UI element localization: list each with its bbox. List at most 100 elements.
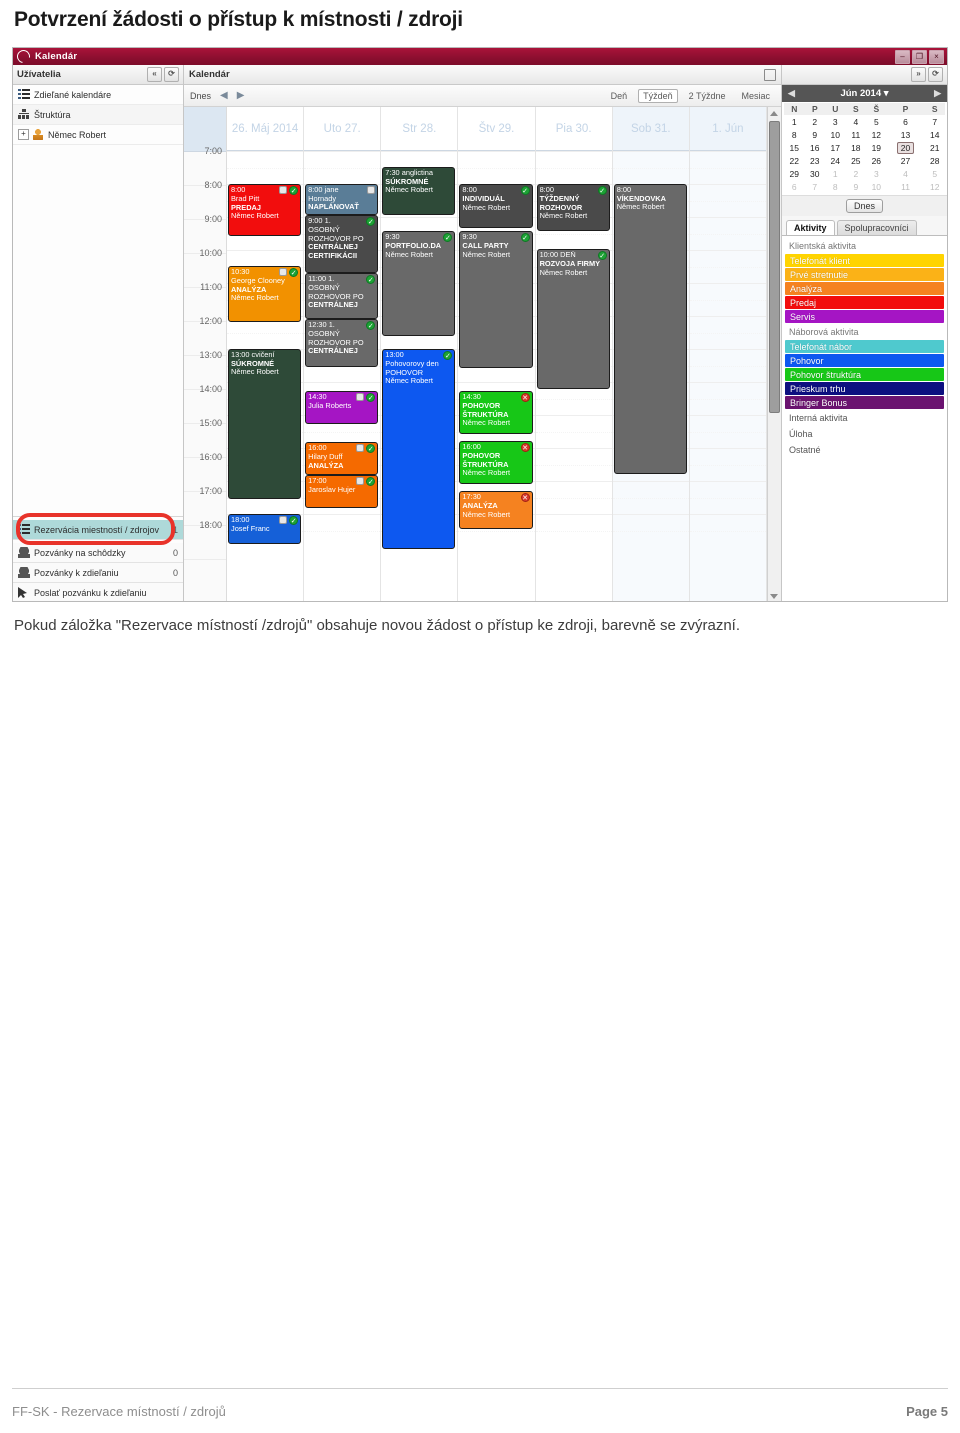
collapse-sidebar-button[interactable]: « bbox=[147, 67, 162, 82]
legend-item[interactable]: Pohovor bbox=[785, 354, 944, 367]
calendar-event[interactable]: 18:00 ✓ Josef Franc bbox=[228, 514, 302, 544]
mini-calendar-day[interactable]: 30 bbox=[805, 167, 826, 180]
restore-icon[interactable]: ❐ bbox=[912, 50, 927, 64]
mini-calendar-today-button[interactable]: Dnes bbox=[845, 199, 883, 213]
calendar-event[interactable]: 13:00 ✓ Pohovorovy den POHOVOR Němec Robert bbox=[382, 349, 456, 549]
mini-calendar-day[interactable]: 8 bbox=[825, 180, 846, 193]
day-body[interactable]: 8:00 ✓ Brad Pitt PREDAJ Němec Robert 10:30 ✓ Ge… bbox=[227, 151, 304, 601]
sidebar-item-meeting-invitations[interactable]: Pozvánky na schôdzky 0 bbox=[13, 543, 183, 563]
mini-calendar-day[interactable]: 23 bbox=[805, 154, 826, 167]
mini-calendar-day[interactable]: 18 bbox=[846, 141, 867, 154]
mini-calendar-day[interactable]: 3 bbox=[866, 167, 887, 180]
calendar-event[interactable]: 11:00 1. ✓ OSOBNÝ ROZHOVOR PO CENTRÁLNEJ bbox=[305, 273, 379, 319]
calendar-event[interactable]: 8:00 ✓ TÝŽDENNÝ ROZHOVOR Němec Robert bbox=[536, 184, 610, 231]
legend-item[interactable]: Prieskum trhu bbox=[785, 382, 944, 395]
day-body[interactable]: 7:30 anglictina SÚKROMNÉ Němec Robert 9:30 ✓… bbox=[381, 151, 458, 601]
mini-calendar-day[interactable]: 8 bbox=[784, 128, 805, 141]
legend-item[interactable]: Telefonát nábor bbox=[785, 340, 944, 353]
mini-calendar-day[interactable]: 12 bbox=[866, 128, 887, 141]
close-icon[interactable]: × bbox=[929, 50, 944, 64]
sidebar-item-structure[interactable]: Štruktúra bbox=[13, 105, 183, 125]
day-header[interactable]: Sob 31. bbox=[612, 107, 689, 151]
day-column[interactable]: Štv 29. 8:00 ✓ INDIVIDUÁL Němec Robert 9:30 ✓ C… bbox=[458, 107, 536, 601]
view-month[interactable]: Mesiac bbox=[736, 89, 775, 103]
calendar-event[interactable]: 9:00 1. ✓ OSOBNÝ ROZHOVOR PO CENTRÁLNEJ CER… bbox=[305, 215, 379, 273]
mini-calendar-day[interactable]: 2 bbox=[846, 167, 867, 180]
refresh-panel-button[interactable]: ⟳ bbox=[928, 67, 943, 82]
mini-calendar-day[interactable]: 13 bbox=[887, 128, 925, 141]
mini-calendar-day[interactable]: 4 bbox=[846, 115, 867, 128]
mini-calendar-day[interactable]: 6 bbox=[887, 115, 925, 128]
mini-calendar-day[interactable]: 26 bbox=[866, 154, 887, 167]
legend-item-plain[interactable]: Ostatné bbox=[785, 442, 944, 458]
mini-calendar-prev-icon[interactable]: ◀ bbox=[788, 88, 795, 99]
scroll-up-icon[interactable] bbox=[770, 111, 778, 116]
legend-item-plain[interactable]: Úloha bbox=[785, 426, 944, 442]
tab-aktivity[interactable]: Aktivity bbox=[786, 220, 835, 235]
mini-calendar-day[interactable]: 9 bbox=[846, 180, 867, 193]
mini-calendar-day[interactable]: 2 bbox=[805, 115, 826, 128]
day-column[interactable]: Uto 27. 8:00 jane Hornady NAPLÁNOVAŤ 9:00 1.… bbox=[304, 107, 382, 601]
day-header[interactable]: Uto 27. bbox=[304, 107, 381, 151]
calendar-event[interactable]: 12:30 1. ✓ OSOBNÝ ROZHOVOR PO CENTRÁLNEJ bbox=[305, 319, 379, 367]
calendar-event[interactable]: 9:30 ✓ CALL PARTY Němec Robert bbox=[459, 231, 533, 368]
calendar-event[interactable]: 13:00 cvičení SÚKROMNÉ Němec Robert bbox=[228, 349, 302, 499]
scrollbar-thumb[interactable] bbox=[769, 121, 780, 413]
calendar-event[interactable]: 10:30 ✓ George Clooney ANALÝZA Němec Robert bbox=[228, 266, 302, 322]
sidebar-item-user-nemec-robert[interactable]: + Němec Robert bbox=[13, 125, 183, 145]
mini-calendar-day[interactable]: 20 bbox=[887, 141, 925, 154]
mini-calendar-day[interactable]: 27 bbox=[887, 154, 925, 167]
legend-item[interactable]: Servis bbox=[785, 310, 944, 323]
mini-calendar-day[interactable]: 29 bbox=[784, 167, 805, 180]
mini-calendar-day[interactable]: 10 bbox=[825, 128, 846, 141]
day-header[interactable]: Pia 30. bbox=[535, 107, 612, 151]
refresh-sidebar-button[interactable]: ⟳ bbox=[164, 67, 179, 82]
expand-node-icon[interactable]: + bbox=[18, 129, 29, 140]
calendar-event[interactable]: 17:00 ✓ Jaroslav Hujer bbox=[305, 475, 379, 508]
scroll-down-icon[interactable] bbox=[770, 594, 778, 599]
calendar-event[interactable]: 14:30 ✕ POHOVOR ŠTRUKTÚRA Němec Robert bbox=[459, 391, 533, 434]
tab-spolupracovnici[interactable]: Spolupracovníci bbox=[836, 220, 917, 235]
legend-item[interactable]: Predaj bbox=[785, 296, 944, 309]
mini-calendar-day[interactable]: 6 bbox=[784, 180, 805, 193]
mini-calendar-next-icon[interactable]: ▶ bbox=[934, 88, 941, 99]
legend-item[interactable]: Pohovor štruktúra bbox=[785, 368, 944, 381]
day-column[interactable]: 1. Jún bbox=[689, 107, 767, 601]
mini-calendar-day[interactable]: 14 bbox=[924, 128, 945, 141]
mini-calendar-day[interactable]: 1 bbox=[825, 167, 846, 180]
day-column[interactable]: Pia 30. 8:00 ✓ TÝŽDENNÝ ROZHOVOR Němec Rober… bbox=[535, 107, 613, 601]
calendar-event[interactable]: 16:00 ✕ POHOVOR ŠTRUKTÚRA Němec Robert bbox=[459, 441, 533, 484]
mini-calendar-day[interactable]: 1 bbox=[784, 115, 805, 128]
view-day[interactable]: Deň bbox=[606, 89, 633, 103]
expand-panel-button[interactable]: » bbox=[911, 67, 926, 82]
mini-calendar-day[interactable]: 10 bbox=[866, 180, 887, 193]
legend-item-plain[interactable]: Interná aktivita bbox=[785, 410, 944, 426]
day-header[interactable]: 26. Máj 2014 bbox=[227, 107, 304, 151]
day-header[interactable]: Štv 29. bbox=[458, 107, 535, 151]
day-body[interactable] bbox=[689, 151, 766, 601]
mini-calendar-day[interactable]: 12 bbox=[924, 180, 945, 193]
calendar-vertical-scrollbar[interactable] bbox=[767, 107, 781, 601]
day-body[interactable]: 8:00 ✓ INDIVIDUÁL Němec Robert 9:30 ✓ CALL PAR… bbox=[458, 151, 535, 601]
mini-calendar-day[interactable]: 25 bbox=[846, 154, 867, 167]
mini-calendar-day[interactable]: 11 bbox=[846, 128, 867, 141]
legend-item[interactable]: Telefonát klient bbox=[785, 254, 944, 267]
mini-calendar-day[interactable]: 24 bbox=[825, 154, 846, 167]
calendar-event[interactable]: 10:00 DEŇ ✓ ROZVOJA FIRMY Němec Robert bbox=[536, 249, 610, 389]
legend-item[interactable]: Prvé stretnutie bbox=[785, 268, 944, 281]
minimize-icon[interactable]: – bbox=[895, 50, 910, 64]
sidebar-item-room-resource-reservation[interactable]: Rezervácia miestností / zdrojov 1 bbox=[13, 520, 183, 540]
calendar-event[interactable]: 8:00 VÍKENDOVKA Němec Robert bbox=[613, 184, 687, 474]
calendar-event[interactable]: 9:30 ✓ PORTFOLIO.DA Němec Robert bbox=[382, 231, 456, 336]
mini-calendar-day[interactable]: 16 bbox=[805, 141, 826, 154]
mini-calendar-day[interactable]: 22 bbox=[784, 154, 805, 167]
view-two-weeks[interactable]: 2 Týždne bbox=[684, 89, 731, 103]
mini-calendar-day[interactable]: 28 bbox=[924, 154, 945, 167]
day-header[interactable]: 1. Jún bbox=[689, 107, 766, 151]
calendar-event[interactable]: 16:00 ✓ Hilary Duff ANALÝZA bbox=[305, 442, 379, 475]
calendar-event[interactable]: 8:00 jane Hornady NAPLÁNOVAŤ bbox=[305, 184, 379, 215]
day-column[interactable]: Str 28. 7:30 anglictina SÚKROMNÉ Němec Robe… bbox=[381, 107, 459, 601]
view-week[interactable]: Týždeň bbox=[638, 88, 678, 103]
mini-calendar-day[interactable]: 7 bbox=[924, 115, 945, 128]
mini-calendar-day[interactable]: 15 bbox=[784, 141, 805, 154]
